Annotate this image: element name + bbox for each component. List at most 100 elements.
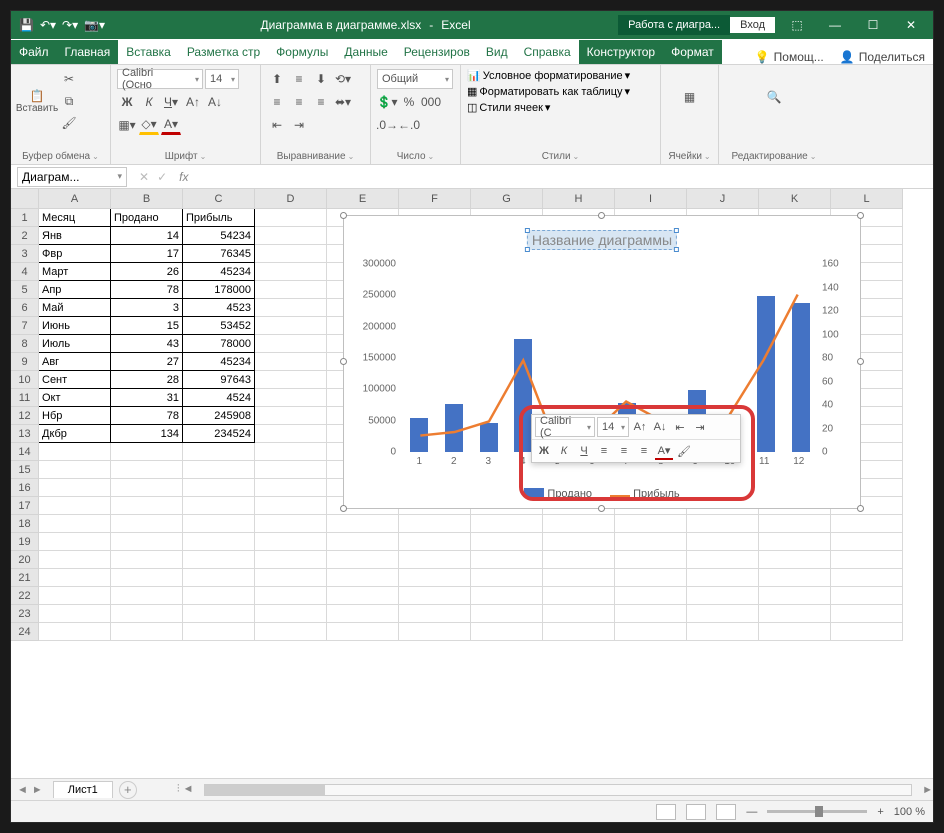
cell[interactable] [111, 533, 183, 551]
cell[interactable]: 234524 [183, 425, 255, 443]
row-header[interactable]: 21 [11, 569, 39, 587]
sheet-nav-next-icon[interactable]: ► [32, 784, 43, 796]
zoom-level[interactable]: 100 % [894, 806, 925, 818]
cell[interactable] [111, 515, 183, 533]
cell[interactable]: 26 [111, 263, 183, 281]
italic-button[interactable]: К [139, 92, 159, 112]
row-header[interactable]: 5 [11, 281, 39, 299]
cell[interactable] [831, 623, 903, 641]
cell[interactable]: 97643 [183, 371, 255, 389]
cell[interactable] [255, 335, 327, 353]
cell[interactable] [399, 569, 471, 587]
row-header[interactable]: 13 [11, 425, 39, 443]
cell[interactable] [543, 623, 615, 641]
mini-italic-icon[interactable]: К [555, 442, 573, 460]
cell[interactable] [183, 497, 255, 515]
cell[interactable] [327, 515, 399, 533]
cell[interactable]: 27 [111, 353, 183, 371]
cell[interactable] [255, 551, 327, 569]
cell[interactable] [39, 497, 111, 515]
col-header[interactable]: G [471, 189, 543, 209]
cell[interactable] [399, 533, 471, 551]
cell[interactable]: Фвр [39, 245, 111, 263]
cell[interactable] [615, 515, 687, 533]
cell[interactable]: 78 [111, 281, 183, 299]
increase-font-icon[interactable]: A↑ [183, 92, 203, 112]
cell[interactable]: Янв [39, 227, 111, 245]
cell[interactable] [39, 569, 111, 587]
cell[interactable] [687, 587, 759, 605]
cell[interactable] [255, 263, 327, 281]
cell[interactable] [111, 587, 183, 605]
horizontal-scrollbar[interactable] [204, 784, 913, 796]
cell[interactable]: Май [39, 299, 111, 317]
cell[interactable] [255, 497, 327, 515]
cell[interactable] [183, 551, 255, 569]
undo-icon[interactable]: ↶▾ [40, 18, 56, 32]
row-header[interactable]: 10 [11, 371, 39, 389]
resize-handle[interactable] [598, 212, 605, 219]
cell[interactable] [615, 533, 687, 551]
cell[interactable]: 31 [111, 389, 183, 407]
align-left-icon[interactable]: ≡ [267, 92, 287, 112]
col-header[interactable]: D [255, 189, 327, 209]
row-header[interactable]: 16 [11, 479, 39, 497]
cell[interactable] [399, 587, 471, 605]
cell[interactable] [255, 533, 327, 551]
name-box[interactable]: Диаграм... [17, 167, 127, 187]
cell[interactable]: Сент [39, 371, 111, 389]
cell[interactable]: 76345 [183, 245, 255, 263]
cell[interactable] [831, 533, 903, 551]
col-header[interactable]: J [687, 189, 759, 209]
col-header[interactable]: C [183, 189, 255, 209]
cell[interactable] [255, 605, 327, 623]
cell[interactable]: 54234 [183, 227, 255, 245]
cell[interactable]: 245908 [183, 407, 255, 425]
cell[interactable] [255, 353, 327, 371]
cell[interactable]: 4524 [183, 389, 255, 407]
cell[interactable] [255, 623, 327, 641]
cell[interactable] [183, 605, 255, 623]
dec-decimal-icon[interactable]: ←.0 [399, 115, 419, 135]
cell[interactable]: Нбр [39, 407, 111, 425]
col-header[interactable]: L [831, 189, 903, 209]
cell[interactable]: Апр [39, 281, 111, 299]
cells-button[interactable]: ▦ [670, 69, 710, 125]
row-header[interactable]: 22 [11, 587, 39, 605]
cell[interactable] [327, 587, 399, 605]
inc-decimal-icon[interactable]: .0→ [377, 115, 397, 135]
cell[interactable] [39, 461, 111, 479]
cell[interactable] [183, 515, 255, 533]
mini-format-painter-icon[interactable]: 🖌 [675, 442, 693, 460]
cell[interactable] [255, 299, 327, 317]
cell[interactable] [471, 605, 543, 623]
row-header[interactable]: 3 [11, 245, 39, 263]
cell[interactable] [399, 623, 471, 641]
cell[interactable]: 53452 [183, 317, 255, 335]
resize-handle[interactable] [857, 212, 864, 219]
mini-inc-indent-icon[interactable]: ⇥ [691, 418, 709, 436]
cell[interactable]: 178000 [183, 281, 255, 299]
cell[interactable] [255, 389, 327, 407]
fx-icon[interactable]: fx [173, 170, 194, 184]
cell[interactable] [327, 605, 399, 623]
row-header[interactable]: 2 [11, 227, 39, 245]
cell[interactable] [471, 623, 543, 641]
cell[interactable]: Продано [111, 209, 183, 227]
cell[interactable] [543, 551, 615, 569]
cell[interactable] [255, 317, 327, 335]
cell[interactable] [831, 515, 903, 533]
row-header[interactable]: 8 [11, 335, 39, 353]
cell[interactable] [543, 569, 615, 587]
cell[interactable] [39, 605, 111, 623]
cell[interactable]: 4523 [183, 299, 255, 317]
cell[interactable] [255, 245, 327, 263]
cell[interactable] [183, 587, 255, 605]
cell[interactable] [399, 515, 471, 533]
copy-icon[interactable]: ⧉ [59, 91, 79, 111]
cell[interactable]: 3 [111, 299, 183, 317]
align-mid-icon[interactable]: ≡ [289, 69, 309, 89]
mini-font-color-icon[interactable]: A▾ [655, 442, 673, 460]
cell[interactable] [327, 551, 399, 569]
decrease-font-icon[interactable]: A↓ [205, 92, 225, 112]
